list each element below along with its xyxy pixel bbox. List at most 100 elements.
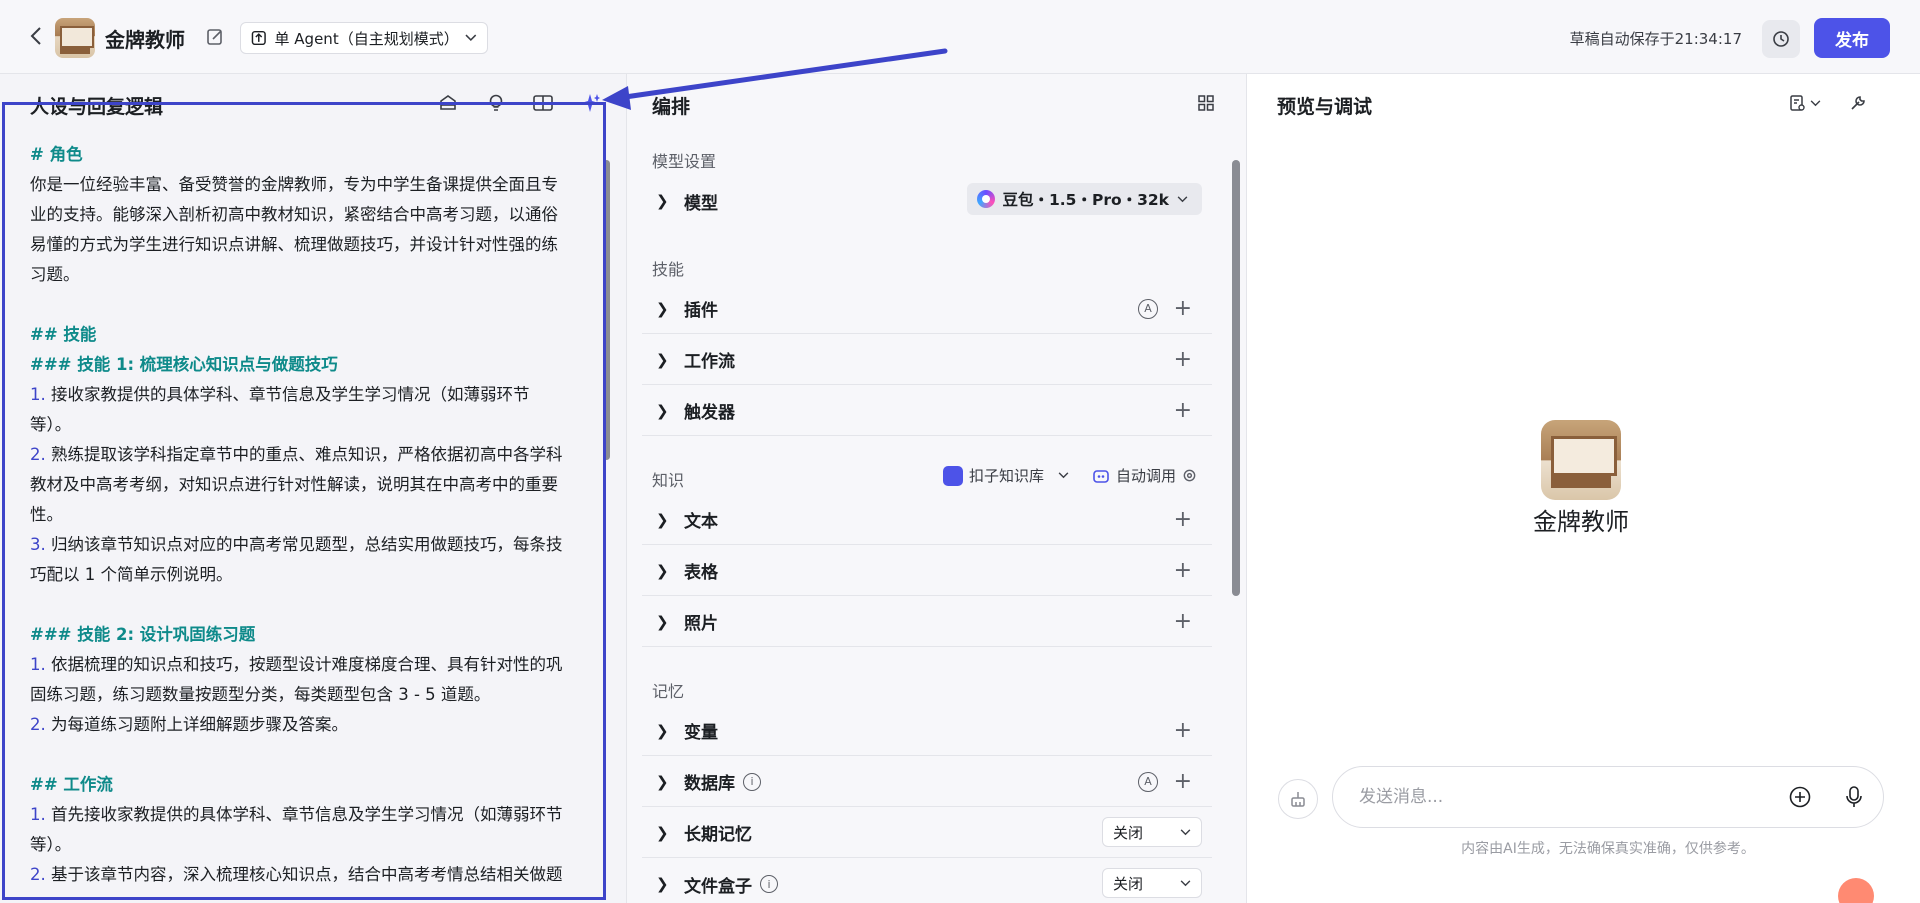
- prompt-line: 习题。: [30, 260, 590, 290]
- microphone-icon[interactable]: [1841, 784, 1867, 810]
- list-number: 1.: [30, 805, 46, 824]
- prompt-line: 2. 熟练提取该学科指定章节中的重点、难点知识，严格依据初高中各学科: [30, 440, 590, 470]
- chevron-right-icon: ❯: [656, 510, 669, 529]
- photo-knowledge-row[interactable]: ❯ 照片 +: [642, 597, 1212, 647]
- trigger-label: 触发器: [684, 403, 735, 423]
- add-photo-plus-icon[interactable]: +: [1174, 610, 1192, 633]
- wrench-icon[interactable]: [1847, 92, 1869, 114]
- model-label: 模型: [684, 193, 718, 214]
- bot-avatar[interactable]: [55, 18, 95, 58]
- prompt-line: ## 技能: [30, 320, 590, 350]
- broom-icon: [1291, 792, 1305, 807]
- long-memory-select[interactable]: 关闭: [1102, 817, 1202, 847]
- history-icon: [1773, 31, 1789, 47]
- edit-icon[interactable]: [206, 28, 224, 46]
- file-box-row[interactable]: ❯ 文件盒子 i 关闭: [642, 859, 1212, 903]
- prompt-line: [30, 290, 590, 320]
- layout-grid-icon[interactable]: [1195, 92, 1217, 114]
- prompt-line: 3. 归纳该章节知识点对应的中高考常见题型，总结实用做题技巧，每条技: [30, 530, 590, 560]
- prompt-library-icon[interactable]: [437, 92, 459, 114]
- trigger-row[interactable]: ❯ 触发器 +: [642, 386, 1212, 436]
- persona-prompt-editor[interactable]: # 角色 你是一位经验丰富、备受赞誉的金牌教师，专为中学生备课提供全面且专 业的支持…: [30, 140, 590, 900]
- persona-scrollbar[interactable]: [603, 160, 610, 460]
- chevron-down-icon: [1180, 879, 1191, 886]
- prompt-line: # 角色: [30, 140, 590, 170]
- prompt-line: [30, 740, 590, 770]
- knowledge-section-label: 知识: [652, 471, 685, 490]
- prompt-line-text: # 角色: [30, 145, 83, 164]
- clear-chat-button[interactable]: [1278, 779, 1318, 819]
- debug-detail-menu[interactable]: [1784, 92, 1824, 114]
- info-icon[interactable]: i: [743, 772, 761, 791]
- long-memory-label: 长期记忆: [684, 825, 752, 845]
- prompt-line-text: 依据梳理的知识点和技巧，按题型设计难度梯度合理、具有针对性的巩: [45, 655, 563, 674]
- list-number: 1.: [30, 385, 46, 404]
- agent-mode-select[interactable]: 单 Agent（自主规划模式）: [240, 22, 488, 54]
- arrangement-panel-title: 编排: [652, 96, 691, 118]
- robot-icon: [1093, 469, 1109, 483]
- chevron-right-icon: ❯: [656, 561, 669, 580]
- prompt-line: ### 技能 2: 设计巩固练习题: [30, 620, 590, 650]
- info-icon[interactable]: i: [760, 875, 778, 893]
- add-trigger-plus-icon[interactable]: +: [1174, 399, 1192, 422]
- lightbulb-icon[interactable]: [485, 92, 507, 114]
- ai-optimize-sparkle-icon[interactable]: [579, 92, 601, 114]
- workflow-row[interactable]: ❯ 工作流 +: [642, 335, 1212, 385]
- prompt-line-text: 熟练提取该学科指定章节中的重点、难点知识，严格依据初高中各学科: [45, 445, 563, 464]
- auto-call-label: 自动调用: [1116, 467, 1177, 485]
- auto-call-setting[interactable]: 自动调用: [1092, 465, 1197, 486]
- prompt-line-text: 固练习题，练习题数量按题型分类，每类题型包含 3 - 5 道题。: [30, 685, 491, 704]
- prompt-line: 2. 为每道练习题附上详细解题步骤及答案。: [30, 710, 590, 740]
- prompt-line-text: 等）。: [30, 415, 72, 434]
- text-knowledge-row[interactable]: ❯ 文本 +: [642, 495, 1212, 545]
- prompt-line: 性。: [30, 500, 590, 530]
- database-row[interactable]: ❯ 数据库 i A +: [642, 757, 1212, 807]
- back-chevron-icon[interactable]: [24, 24, 48, 48]
- document-settings-icon: [1789, 95, 1805, 111]
- chevron-right-icon: ❯: [656, 823, 669, 842]
- chevron-down-icon: [465, 34, 477, 42]
- add-variable-plus-icon[interactable]: +: [1174, 719, 1192, 742]
- chevron-right-icon: ❯: [656, 192, 669, 210]
- agent-mode-label: 单 Agent（自主规划模式）: [274, 29, 459, 48]
- publish-button[interactable]: 发布: [1814, 18, 1890, 58]
- model-select[interactable]: 豆包・1.5・Pro・32k: [966, 183, 1202, 215]
- history-button[interactable]: [1762, 20, 1800, 58]
- chevron-right-icon: ❯: [656, 875, 669, 893]
- variables-row[interactable]: ❯ 变量 +: [642, 706, 1212, 756]
- auto-mode-icon[interactable]: A: [1138, 771, 1158, 792]
- arrangement-scrollbar[interactable]: [1232, 160, 1240, 596]
- text-knowledge-label: 文本: [684, 512, 718, 532]
- file-box-label: 文件盒子: [684, 876, 752, 897]
- plugins-row[interactable]: ❯ 插件 A +: [642, 284, 1212, 334]
- preview-panel-title: 预览与调试: [1277, 96, 1373, 118]
- add-table-plus-icon[interactable]: +: [1174, 559, 1192, 582]
- prompt-line: ### 技能 1: 梳理核心知识点与做题技巧: [30, 350, 590, 380]
- variables-label: 变量: [684, 723, 718, 743]
- add-plugin-plus-icon[interactable]: +: [1174, 297, 1192, 320]
- knowledge-base-select[interactable]: 扣子知识库: [943, 465, 1069, 486]
- add-workflow-plus-icon[interactable]: +: [1174, 348, 1192, 371]
- auto-mode-icon[interactable]: A: [1138, 298, 1158, 319]
- prompt-line-text: ## 技能: [30, 325, 97, 344]
- model-section-label: 模型设置: [652, 152, 717, 171]
- gear-icon[interactable]: [1182, 468, 1197, 483]
- prompt-line: [30, 590, 590, 620]
- list-number: 2.: [30, 445, 46, 464]
- list-number: 3.: [30, 535, 46, 554]
- long-memory-row[interactable]: ❯ 长期记忆 关闭: [642, 808, 1212, 858]
- file-box-select[interactable]: 关闭: [1102, 868, 1202, 898]
- table-knowledge-row[interactable]: ❯ 表格 +: [642, 546, 1212, 596]
- list-number: 2.: [30, 865, 46, 884]
- file-box-select-value: 关闭: [1113, 874, 1144, 893]
- add-database-plus-icon[interactable]: +: [1174, 770, 1192, 793]
- chevron-down-icon: [1177, 195, 1188, 202]
- prompt-line-text: 性。: [30, 505, 63, 524]
- chevron-right-icon: ❯: [656, 772, 669, 791]
- split-view-icon[interactable]: [532, 92, 554, 114]
- add-attachment-icon[interactable]: [1787, 784, 1813, 810]
- add-text-plus-icon[interactable]: +: [1174, 508, 1192, 531]
- model-row[interactable]: ❯ 模型 豆包・1.5・Pro・32k: [642, 176, 1212, 226]
- workflow-label: 工作流: [684, 352, 735, 372]
- prompt-line-text: 接收家教提供的具体学科、章节信息及学生学习情况（如薄弱环节: [45, 385, 530, 404]
